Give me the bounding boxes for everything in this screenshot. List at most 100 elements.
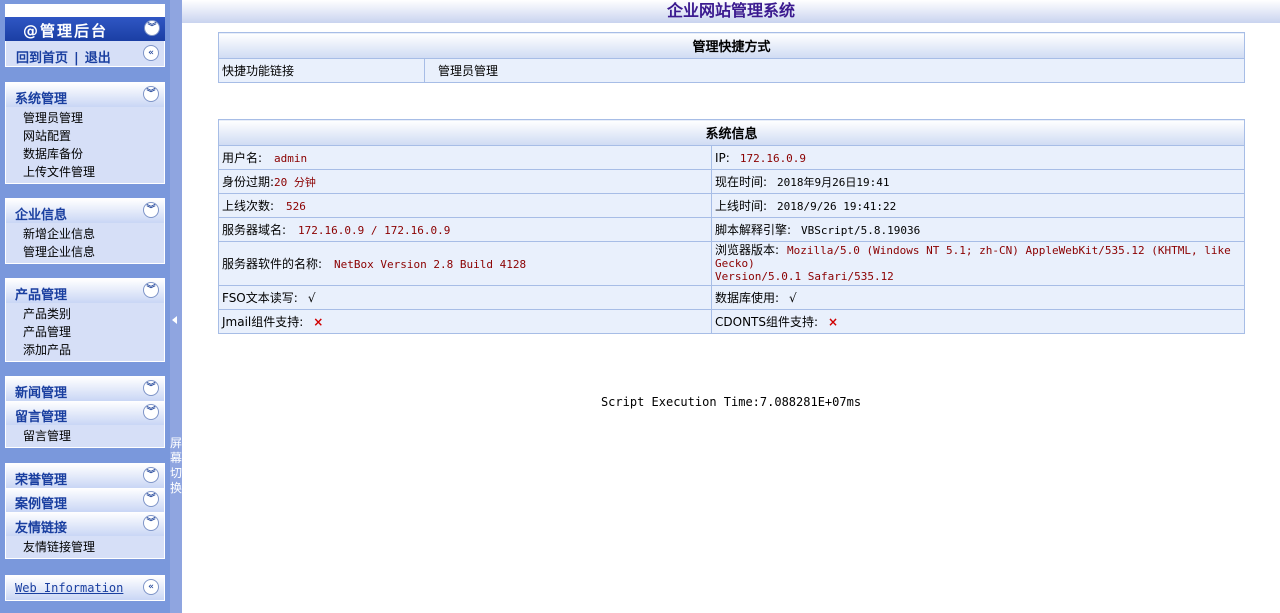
sidebar-item-db-backup[interactable]: 数据库备份 [23, 145, 164, 163]
group-product-header[interactable]: 产品管理 ︾ [6, 279, 164, 303]
link-separator: | [74, 51, 79, 66]
quick-shortcuts-table: 管理快捷方式 快捷功能链接 管理员管理 [218, 32, 1245, 83]
quick-shortcuts-title: 管理快捷方式 [218, 32, 1245, 59]
chevron-down-icon[interactable]: ︾ [143, 515, 159, 531]
system-info-table: 系统信息 用户名: admin IP: 172.16.0.9 身份过期:20 分钟 … [218, 119, 1245, 334]
chevron-down-icon[interactable]: ︾ [143, 202, 159, 218]
username-label: 用户名: [222, 151, 263, 165]
sidebar-item-product-category[interactable]: 产品类别 [23, 305, 164, 323]
chevron-down-icon[interactable]: ︾ [143, 467, 159, 483]
table-row: 服务器域名: 172.16.0.9 / 172.16.0.9 脚本解释引擎: VBS… [218, 217, 1245, 242]
chevron-down-icon[interactable]: ︾ [143, 491, 159, 507]
jmail-cross-icon: × [313, 315, 324, 329]
sidebar-item-product-manage[interactable]: 产品管理 [23, 323, 164, 341]
group-honor-title: 荣誉管理 [15, 473, 68, 488]
group-message-title: 留言管理 [15, 410, 68, 425]
group-system: 系统管理 ︾ 管理员管理 网站配置 数据库备份 上传文件管理 [5, 82, 165, 184]
expire-label: 身份过期: [222, 175, 275, 189]
browser-label: 浏览器版本: [715, 243, 780, 257]
last-login-label: 上线时间: [715, 199, 768, 213]
group-product: 产品管理 ︾ 产品类别 产品管理 添加产品 [5, 278, 165, 362]
group-cases-header[interactable]: 案例管理 ︾ [6, 488, 164, 512]
chevron-down-icon[interactable]: ︾ [144, 20, 160, 36]
sidebar: @管理后台 ︾ 回到首页 | 退出 « 系统管理 ︾ 管理员管理 网站配置 数据库备… [0, 0, 170, 613]
group-cases-title: 案例管理 [15, 497, 68, 512]
chevron-down-icon[interactable]: ︾ [143, 380, 159, 396]
chevron-left-icon[interactable]: « [143, 45, 159, 61]
quick-link-admin[interactable]: 管理员管理 [438, 64, 498, 78]
group-news-header[interactable]: 新闻管理 ︾ [6, 377, 164, 401]
ip-value: 172.16.0.9 [739, 151, 807, 165]
jmail-label: Jmail组件支持: [222, 315, 304, 329]
home-link[interactable]: 回到首页 [16, 51, 68, 66]
fso-label: FSO文本读写: [222, 291, 298, 305]
script-engine-label: 脚本解释引擎: [715, 223, 792, 237]
system-info-title: 系统信息 [218, 119, 1245, 146]
sidebar-item-manage-company[interactable]: 管理企业信息 [23, 243, 164, 261]
browser-value-line2: Version/5.0.1 Safari/535.12 [715, 270, 894, 283]
brand-bar: @管理后台 ︾ [5, 17, 165, 41]
group-links-header[interactable]: 友情链接 ︾ [6, 512, 164, 536]
sidebar-splitter[interactable]: 屏幕切换 [170, 0, 182, 613]
now-value: 2018年9月26日19:41 [777, 176, 890, 189]
quick-links-bar: 回到首页 | 退出 « [5, 41, 165, 67]
table-row: FSO文本读写: √ 数据库使用: √ [218, 285, 1245, 310]
table-row: 服务器软件的名称: NetBox Version 2.8 Build 4128 浏… [218, 241, 1245, 286]
group-honor-cases-links: 荣誉管理 ︾ 案例管理 ︾ 友情链接 ︾ 友情链接管理 [5, 463, 165, 559]
sidebar-item-site-config[interactable]: 网站配置 [23, 127, 164, 145]
chevron-down-icon[interactable]: ︾ [143, 404, 159, 420]
cdonts-cross-icon: × [828, 315, 839, 329]
script-execution-time: Script Execution Time:7.088281E+07ms [600, 395, 862, 409]
group-webinfo: Web Information « [5, 575, 165, 601]
table-row: Jmail组件支持: × CDONTS组件支持: × [218, 309, 1245, 334]
sidebar-item-friend-links[interactable]: 友情链接管理 [23, 538, 164, 556]
group-news-title: 新闻管理 [15, 386, 68, 401]
chevron-down-icon[interactable]: ︾ [143, 86, 159, 102]
group-system-title: 系统管理 [15, 92, 68, 107]
ip-label: IP: [715, 150, 730, 165]
db-usage-label: 数据库使用: [715, 291, 780, 305]
group-honor-header[interactable]: 荣誉管理 ︾ [6, 464, 164, 488]
table-row: 上线次数: 526 上线时间: 2018/9/26 19:41:22 [218, 193, 1245, 218]
group-company: 企业信息 ︾ 新增企业信息 管理企业信息 [5, 198, 165, 264]
sidebar-item-upload-files[interactable]: 上传文件管理 [23, 163, 164, 181]
group-system-header[interactable]: 系统管理 ︾ [6, 83, 164, 107]
cdonts-label: CDONTS组件支持: [715, 315, 819, 329]
table-row: 用户名: admin IP: 172.16.0.9 [218, 145, 1245, 170]
brand-title: @管理后台 [23, 22, 109, 40]
screen-toggle-label[interactable]: 屏幕切换 [170, 436, 182, 496]
page-title: 企业网站管理系统 [666, 1, 795, 20]
collapse-arrow-icon[interactable] [172, 316, 177, 324]
chevron-down-icon[interactable]: ︾ [143, 282, 159, 298]
main-content: 企业网站管理系统 管理快捷方式 快捷功能链接 管理员管理 系统信息 用户名: ad… [182, 0, 1280, 613]
table-row: 身份过期:20 分钟 现在时间: 2018年9月26日19:41 [218, 169, 1245, 194]
group-webinfo-title: Web Information [15, 581, 124, 595]
logout-link[interactable]: 退出 [85, 51, 111, 66]
group-product-title: 产品管理 [15, 288, 68, 303]
domain-value: 172.16.0.9 / 172.16.0.9 [298, 224, 451, 237]
sidebar-item-add-company[interactable]: 新增企业信息 [23, 225, 164, 243]
server-software-label: 服务器软件的名称: [222, 257, 323, 271]
now-label: 现在时间: [715, 175, 768, 189]
domain-label: 服务器域名: [222, 223, 287, 237]
last-login-value: 2018/9/26 19:41:22 [777, 200, 897, 213]
browser-value-line1: Mozilla/5.0 (Windows NT 5.1; zh-CN) Appl… [715, 244, 1231, 270]
username-value: admin [274, 152, 308, 165]
sidebar-item-message-manage[interactable]: 留言管理 [23, 427, 164, 445]
server-software-value: NetBox Version 2.8 Build 4128 [334, 258, 527, 271]
header-strip [5, 4, 165, 17]
group-company-header[interactable]: 企业信息 ︾ [6, 199, 164, 223]
group-message-header[interactable]: 留言管理 ︾ [6, 401, 164, 425]
script-engine-value: VBScript/5.8.19036 [801, 224, 921, 237]
top-title-bar: 企业网站管理系统 [182, 0, 1280, 23]
fso-check-icon: √ [307, 291, 316, 305]
group-links-title: 友情链接 [15, 521, 68, 536]
screen-toggle-text: 屏幕切换 [170, 436, 183, 495]
sidebar-item-admin[interactable]: 管理员管理 [23, 109, 164, 127]
db-check-icon: √ [789, 291, 797, 305]
group-news-message: 新闻管理 ︾ 留言管理 ︾ 留言管理 [5, 376, 165, 448]
sidebar-item-add-product[interactable]: 添加产品 [23, 341, 164, 359]
chevron-left-icon[interactable]: « [143, 579, 159, 595]
group-webinfo-header[interactable]: Web Information « [6, 576, 164, 600]
admin-panel-header: @管理后台 ︾ 回到首页 | 退出 « [5, 4, 165, 67]
